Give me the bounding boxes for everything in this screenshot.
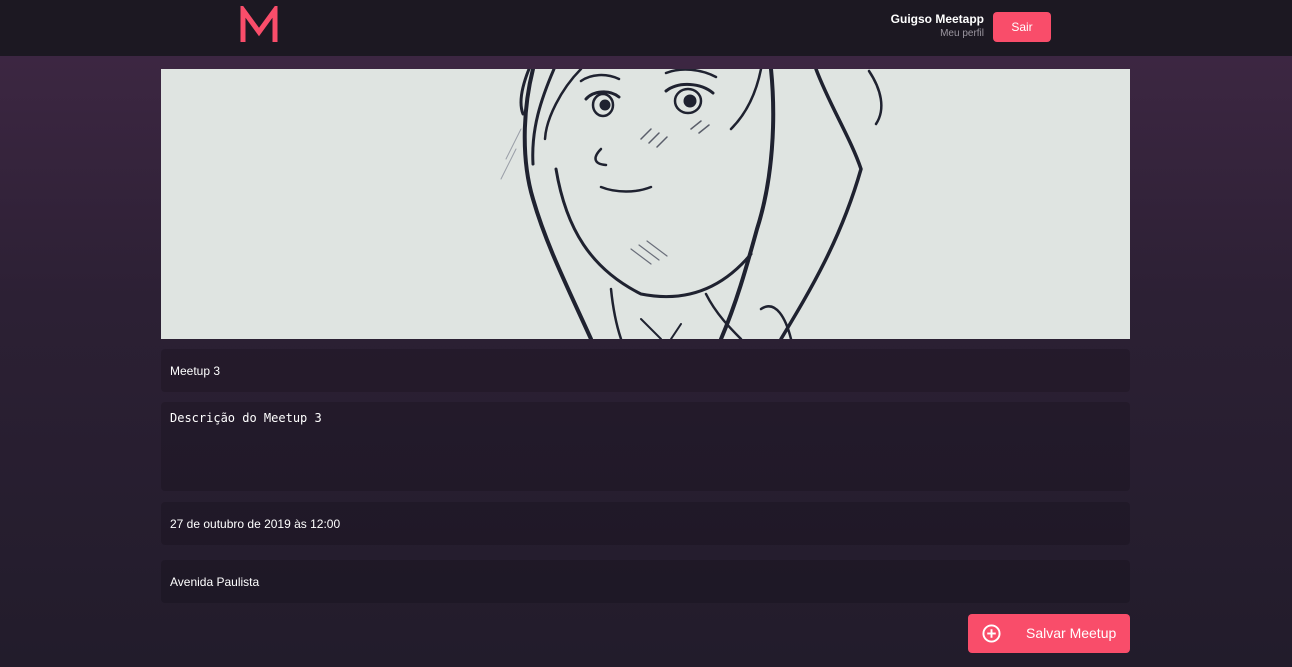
banner-image — [500, 69, 883, 339]
location-input[interactable] — [161, 560, 1130, 603]
profile-link[interactable]: Meu perfil — [891, 27, 984, 41]
user-name: Guigso Meetapp — [890, 12, 984, 26]
logout-button[interactable]: Sair — [993, 12, 1051, 42]
banner-image-picker[interactable] — [161, 69, 1130, 339]
date-input[interactable] — [161, 502, 1130, 545]
user-profile: Guigso Meetapp Meu perfil — [891, 12, 984, 41]
app-header: Guigso Meetapp Meu perfil Sair — [0, 0, 1292, 56]
save-meetup-button[interactable]: Salvar Meetup — [968, 614, 1130, 653]
description-textarea[interactable]: Descrição do Meetup 3 — [161, 402, 1130, 491]
title-input[interactable] — [161, 349, 1130, 392]
save-meetup-label: Salvar Meetup — [1026, 625, 1117, 641]
plus-circle-icon — [982, 624, 1001, 643]
meetapp-logo[interactable] — [240, 6, 278, 44]
